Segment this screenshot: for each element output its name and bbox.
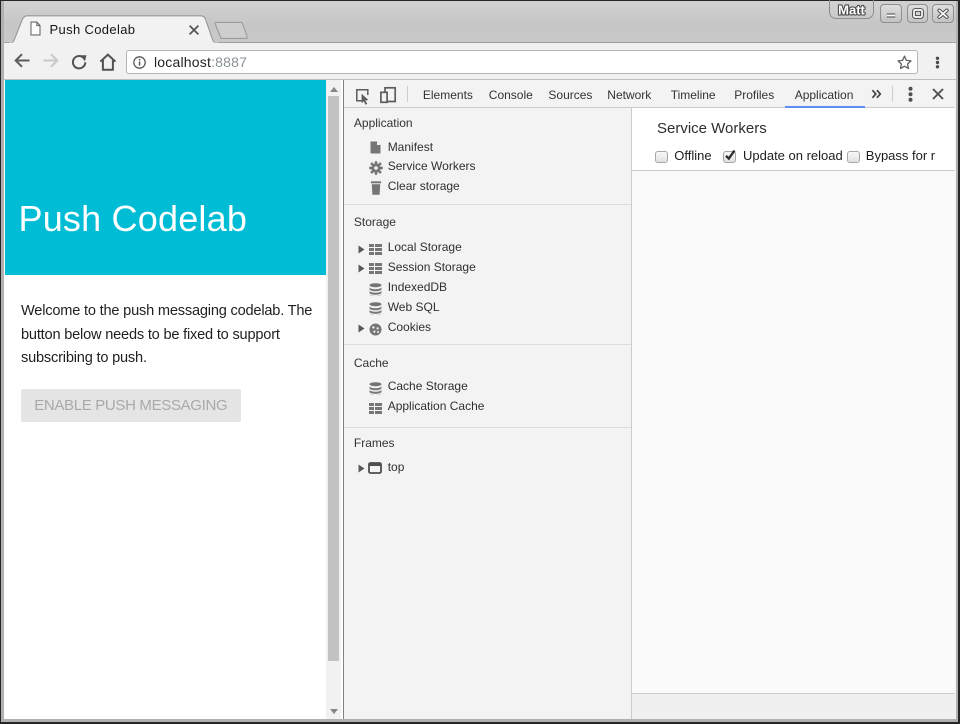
svg-text:Matt: Matt [838,3,865,18]
